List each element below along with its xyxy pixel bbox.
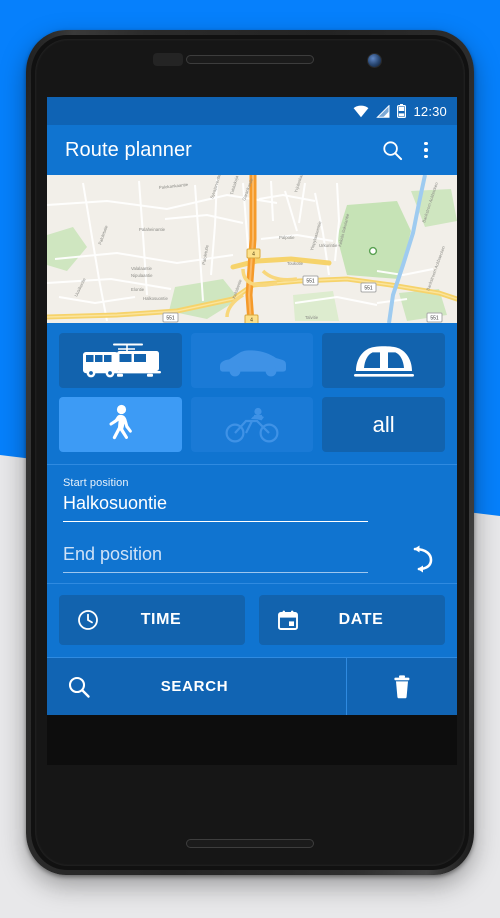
search-button-label: SEARCH: [160, 678, 229, 695]
date-button[interactable]: DATE: [259, 595, 445, 645]
swap-positions-button[interactable]: [399, 537, 443, 581]
mode-bus-tram[interactable]: [59, 333, 182, 388]
appbar-overflow-button[interactable]: [409, 133, 443, 167]
position-form: Start position Halkosuontie End position: [47, 465, 457, 583]
mode-all[interactable]: all: [322, 397, 445, 452]
start-position-field[interactable]: Start position Halkosuontie: [63, 477, 441, 522]
svg-text:4: 4: [252, 252, 255, 258]
svg-text:Palaheinantie: Palaheinantie: [139, 227, 166, 232]
swap-reverse-icon: [413, 545, 433, 573]
battery-icon: [397, 104, 407, 118]
svg-text:Halkosuontie: Halkosuontie: [143, 296, 168, 301]
map-canvas: 4 4 551 551 551 551 Palokankaantie Palah…: [47, 175, 457, 323]
start-position-input[interactable]: Halkosuontie: [63, 493, 368, 522]
svg-text:Elontie: Elontie: [131, 287, 145, 292]
app-bar: Route planner: [47, 125, 457, 175]
svg-text:551: 551: [166, 316, 175, 322]
transport-mode-grid: all: [47, 323, 457, 464]
mode-walk[interactable]: [59, 397, 182, 452]
end-position-input[interactable]: End position: [63, 544, 368, 573]
start-position-label: Start position: [63, 477, 129, 489]
bicycle-icon: [225, 407, 279, 442]
search-icon: [382, 140, 402, 160]
phone-screen: 12:30 Route planner 4 4 551 551 551 551 …: [47, 97, 457, 765]
front-camera: [367, 53, 382, 68]
time-button-label: TIME: [140, 611, 182, 628]
status-clock: 12:30: [413, 103, 447, 119]
bottom-speaker: [186, 839, 314, 848]
svg-text:Nipulaantie: Nipulaantie: [131, 273, 153, 278]
wifi-icon: [354, 105, 369, 117]
walking-person-icon: [109, 404, 133, 439]
phone-device-frame: 12:30 Route planner 4 4 551 551 551 551 …: [26, 30, 474, 875]
mode-bike[interactable]: [190, 397, 314, 452]
screen-empty-area: [47, 715, 457, 765]
svg-text:551: 551: [306, 279, 315, 285]
date-button-label: DATE: [338, 611, 384, 628]
svg-text:Valalaantie: Valalaantie: [131, 266, 153, 271]
trash-icon: [394, 674, 410, 698]
end-position-field[interactable]: End position: [63, 544, 441, 573]
status-bar: 12:30: [47, 97, 457, 125]
search-button[interactable]: SEARCH: [47, 658, 347, 715]
clock-icon: [78, 610, 98, 630]
svg-text:551: 551: [364, 286, 373, 292]
phone-bezel: 12:30 Route planner 4 4 551 551 551 551 …: [31, 35, 469, 870]
map-preview[interactable]: 4 4 551 551 551 551 Palokankaantie Palah…: [47, 175, 457, 323]
phone-face: 12:30 Route planner 4 4 551 551 551 551 …: [35, 39, 465, 866]
cellular-signal-icon: [376, 104, 390, 118]
svg-text:Talvitie: Talvitie: [305, 315, 319, 320]
mode-all-label: all: [372, 411, 395, 437]
time-date-row: TIME DATE: [47, 584, 457, 657]
clear-button[interactable]: [347, 658, 457, 715]
bus-tram-icon: [83, 343, 162, 377]
mode-train[interactable]: [322, 333, 445, 388]
page-title: Route planner: [65, 138, 192, 161]
svg-text:Toukotie: Toukotie: [287, 261, 304, 266]
proximity-sensor: [153, 53, 183, 66]
time-button[interactable]: TIME: [59, 595, 245, 645]
car-icon: [219, 349, 286, 376]
earpiece-speaker: [186, 55, 314, 64]
more-vert-icon: [424, 141, 428, 159]
appbar-search-button[interactable]: [375, 133, 409, 167]
search-icon: [68, 676, 90, 698]
svg-text:4: 4: [250, 318, 253, 323]
svg-text:Palpotie: Palpotie: [279, 235, 295, 240]
calendar-icon: [278, 610, 298, 630]
mode-car[interactable]: [190, 333, 314, 388]
train-icon: [353, 345, 414, 377]
svg-text:551: 551: [430, 316, 439, 322]
bottom-action-bar: SEARCH: [47, 657, 457, 715]
svg-text:Urkurintie: Urkurintie: [319, 243, 338, 248]
